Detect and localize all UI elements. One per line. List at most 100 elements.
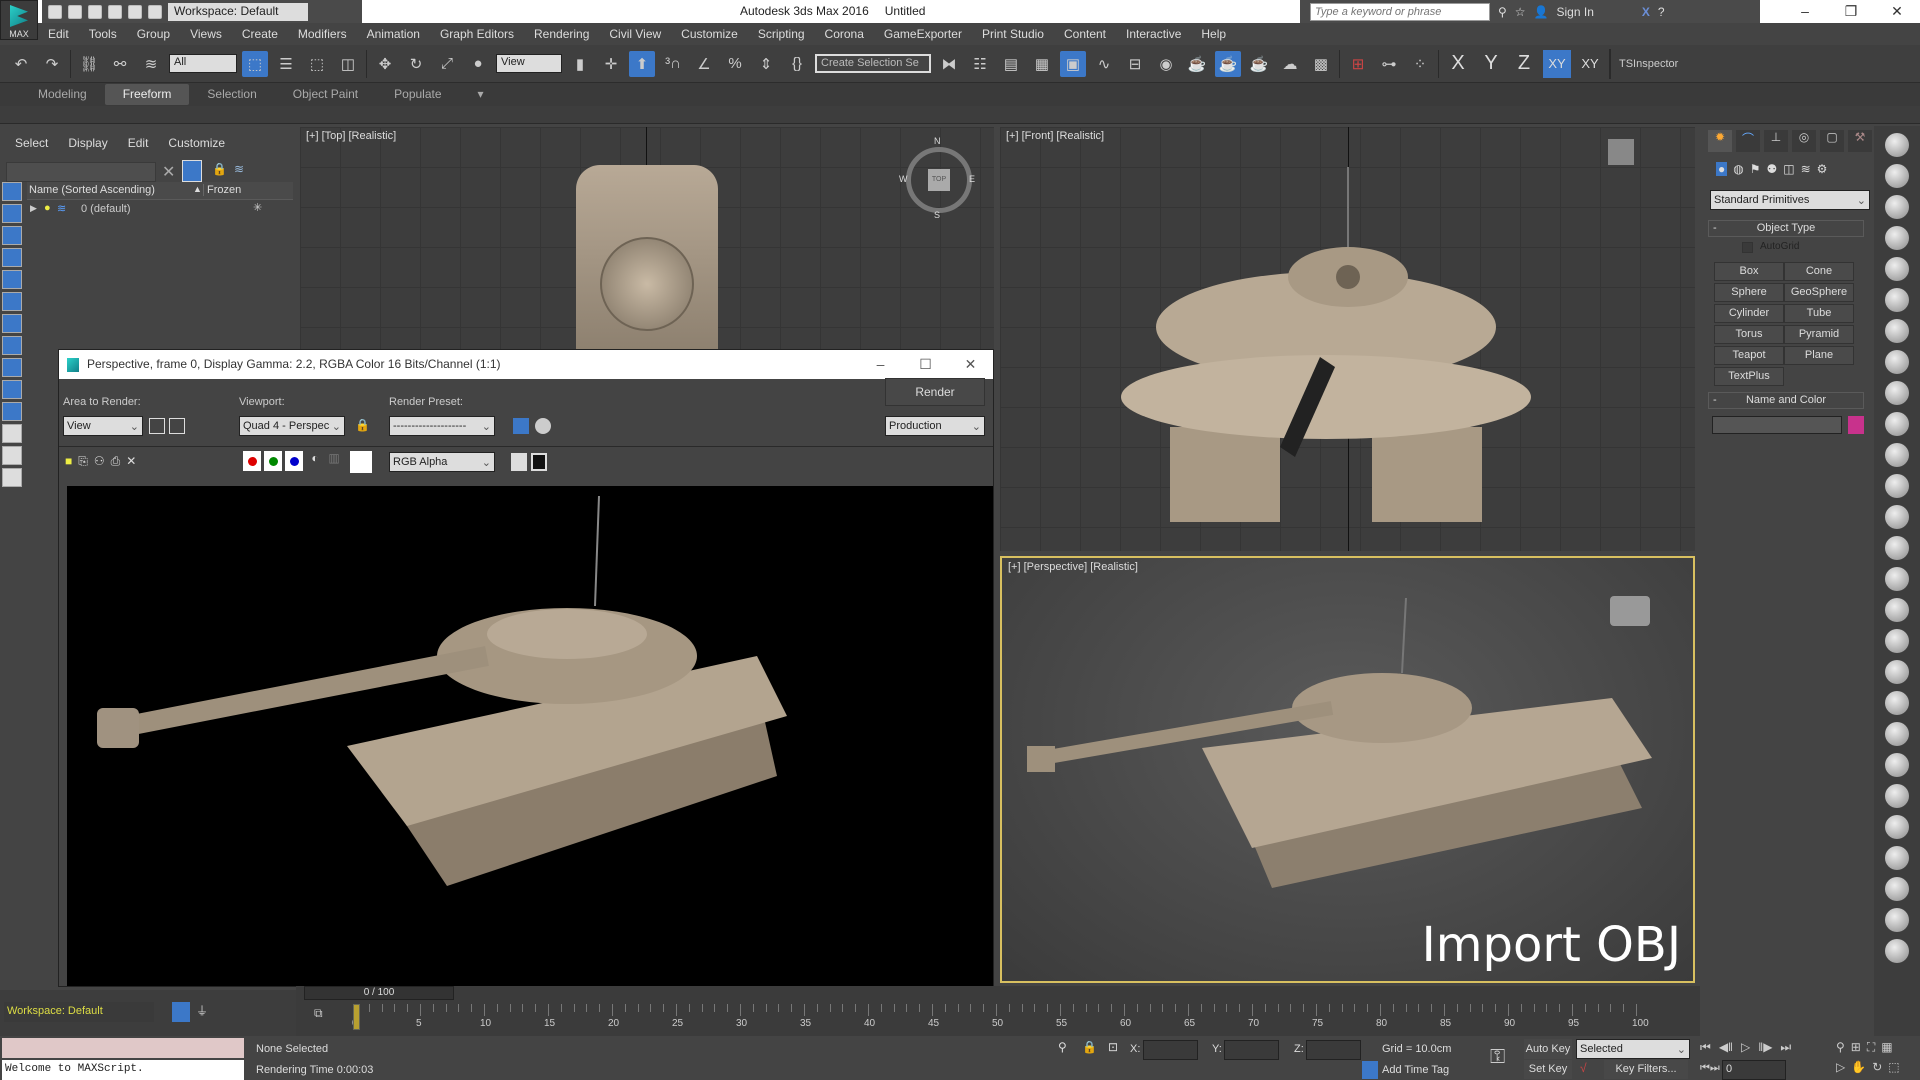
timeline-track[interactable]: 0510152025303540455055606570758085909510… — [352, 1004, 1656, 1034]
create-tab[interactable]: ✹ — [1708, 130, 1732, 152]
rotate-icon[interactable]: ↻ — [403, 51, 429, 77]
undo-icon[interactable]: ↶ — [8, 51, 34, 77]
play-icon[interactable]: ▷ — [1741, 1040, 1750, 1055]
ribbon-tab-freeform[interactable]: Freeform — [104, 84, 190, 105]
object-type-rollout[interactable]: - Object Type — [1708, 220, 1864, 237]
autogrid-checkbox[interactable] — [1742, 242, 1753, 253]
environment-icon[interactable] — [535, 418, 551, 434]
containers-filter-icon[interactable] — [2, 380, 22, 399]
monochrome-toggle[interactable]: ▥ — [327, 451, 341, 471]
menu-graph-editors[interactable]: Graph Editors — [430, 27, 524, 41]
maxscript-input[interactable]: Welcome to MAXScript. — [2, 1060, 244, 1080]
plant-icon[interactable] — [1885, 722, 1909, 746]
layer-row[interactable]: ▶ ● ≋ 0 (default) ✳ — [27, 200, 293, 220]
time-tag-icon[interactable] — [1362, 1061, 1378, 1079]
menu-help[interactable]: Help — [1191, 27, 1236, 41]
previous-frame-icon[interactable]: ◀‖ — [1719, 1040, 1733, 1055]
close-button[interactable]: ✕ — [948, 350, 993, 379]
render-shortcuts-icon[interactable]: ▩ — [1308, 51, 1334, 77]
viewport-label[interactable]: [+] [Front] [Realistic] — [1006, 130, 1104, 142]
pivot-center-icon[interactable]: ▮ — [567, 51, 593, 77]
red-channel-toggle[interactable] — [243, 451, 261, 471]
bracket-icon[interactable] — [1885, 908, 1909, 932]
manipulate-icon[interactable]: ✛ — [598, 51, 624, 77]
globe-icon[interactable] — [1885, 691, 1909, 715]
selection-filter-dropdown[interactable]: All — [169, 54, 237, 73]
sun-icon[interactable] — [1885, 536, 1909, 560]
swatch-color[interactable] — [350, 451, 372, 473]
field-of-view-icon[interactable]: ▷ — [1836, 1060, 1845, 1074]
blue-channel-toggle[interactable] — [285, 451, 303, 471]
set-key-icon[interactable]: ⚿ — [1490, 1046, 1505, 1069]
camera-icon-3[interactable] — [1885, 350, 1909, 374]
open-file-icon[interactable] — [68, 4, 82, 19]
ribbon-tab-selection[interactable]: Selection — [189, 84, 274, 105]
geometry-icon[interactable]: ● — [1716, 162, 1728, 176]
viewport-dropdown[interactable]: Quad 4 - Perspec — [239, 416, 345, 436]
object-color-swatch[interactable] — [1848, 416, 1864, 434]
save-icon[interactable] — [88, 4, 102, 19]
globe-icon-2[interactable] — [1885, 877, 1909, 901]
viewcube[interactable] — [1608, 139, 1634, 165]
minimize-button[interactable]: – — [1782, 0, 1828, 23]
cameras-filter-icon[interactable] — [2, 248, 22, 267]
groups-filter-icon[interactable] — [2, 314, 22, 333]
menu-rendering[interactable]: Rendering — [524, 27, 599, 41]
select-by-name-icon[interactable]: ☰ — [273, 51, 299, 77]
maximize-viewport-icon[interactable]: ⬚ — [1888, 1060, 1899, 1074]
scene-explorer-icon[interactable]: ▦ — [1029, 51, 1055, 77]
shapes-filter-icon[interactable] — [2, 204, 22, 223]
auto-region-icon[interactable] — [169, 418, 185, 434]
grid-icon[interactable]: ⊞ — [1345, 51, 1371, 77]
hierarchy-icon[interactable]: ⏚ — [196, 1002, 208, 1019]
go-to-start-icon[interactable]: ⏮ — [1700, 1040, 1711, 1055]
star-icon[interactable]: ☆ — [1515, 5, 1526, 19]
move-icon[interactable]: ✥ — [372, 51, 398, 77]
render-mode-dropdown[interactable]: Production — [885, 416, 985, 436]
edit-named-selection-icon[interactable]: {} — [784, 51, 810, 77]
gear-icon[interactable] — [1885, 784, 1909, 808]
freeze-icon[interactable]: ✳ — [253, 201, 262, 214]
app-menu-button[interactable]: MAX — [0, 0, 38, 40]
lights-icon[interactable]: ⚑ — [1750, 162, 1761, 176]
rendered-frame-window-icon[interactable]: ☕ — [1215, 50, 1241, 77]
maxscript-listener-output[interactable] — [2, 1038, 244, 1058]
tripod-icon[interactable] — [1885, 660, 1909, 684]
menu-content[interactable]: Content — [1054, 27, 1116, 41]
measure-icon[interactable]: ⊶ — [1376, 51, 1402, 77]
cameras-icon[interactable]: ⚉ — [1767, 162, 1778, 176]
menu-animation[interactable]: Animation — [357, 27, 430, 41]
light-bulb-icon[interactable]: ● — [44, 202, 51, 214]
xrefs-filter-icon[interactable] — [2, 336, 22, 355]
explorer-menu-customize[interactable]: Customize — [168, 136, 225, 150]
axis-y-button[interactable]: Y — [1477, 52, 1505, 75]
space-warps-filter-icon[interactable] — [2, 292, 22, 311]
named-selection-set-input[interactable]: Create Selection Se — [815, 54, 931, 73]
clear-icon[interactable]: ✕ — [126, 454, 136, 469]
create-tube-button[interactable]: Tube — [1784, 304, 1854, 323]
snaps-toggle-icon[interactable]: ³∩ — [660, 51, 686, 77]
render-setup-icon[interactable]: ☕ — [1184, 51, 1210, 77]
filter-icon[interactable] — [182, 160, 202, 182]
material-editor-icon[interactable]: ◉ — [1153, 51, 1179, 77]
tangent-icon[interactable]: √ — [1580, 1061, 1587, 1075]
create-teapot-button[interactable]: Teapot — [1714, 346, 1784, 365]
green-channel-toggle[interactable] — [264, 451, 282, 471]
invert-display-icon[interactable] — [2, 468, 22, 487]
camera-icon-2[interactable] — [1885, 319, 1909, 343]
modify-tab[interactable]: ⌒ — [1736, 130, 1760, 152]
rectangular-selection-icon[interactable]: ⬚ — [304, 51, 330, 77]
save-image-icon[interactable]: ■ — [65, 454, 72, 469]
space-warps-icon[interactable]: ≋ — [1801, 162, 1811, 176]
layers-icon[interactable]: ≋ — [234, 162, 244, 176]
edit-region-icon[interactable] — [149, 418, 165, 434]
workspace-selector[interactable]: Workspace: Default — [4, 1002, 154, 1022]
viewcube-compass[interactable]: TOP N S E W — [899, 136, 975, 220]
clone-window-icon[interactable]: ⚇ — [94, 454, 105, 469]
frozen-filter-icon[interactable] — [2, 402, 22, 421]
workspace-dropdown[interactable]: Workspace: Default — [168, 2, 308, 21]
render-button[interactable]: Render — [885, 378, 985, 406]
alpha-toggle[interactable]: ◐ — [306, 451, 324, 471]
menu-edit[interactable]: Edit — [38, 27, 79, 41]
menu-civil-view[interactable]: Civil View — [599, 27, 671, 41]
